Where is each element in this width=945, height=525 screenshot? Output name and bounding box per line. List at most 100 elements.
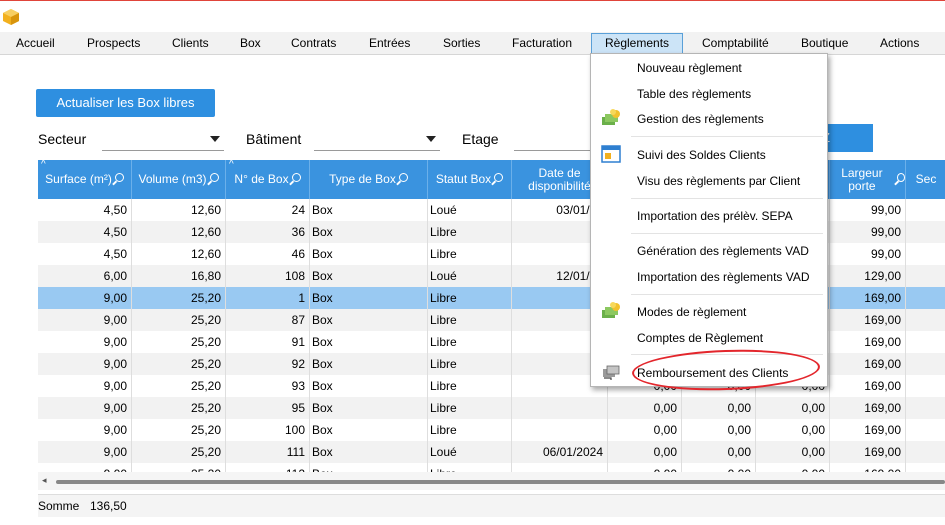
cell-surface: 6,00 xyxy=(38,265,132,287)
cell-volume: 25,20 xyxy=(132,287,226,309)
cell-surface: 9,00 xyxy=(38,419,132,441)
cell-largeur: 169,00 xyxy=(830,463,906,472)
menu-item-import-vad[interactable]: Importation des règlements VAD xyxy=(637,270,810,284)
search-icon[interactable] xyxy=(114,173,124,182)
refund-icon xyxy=(603,365,620,380)
cell-c9: 0,00 xyxy=(756,463,830,472)
menu-contrats[interactable]: Contrats xyxy=(291,36,336,50)
cell-type: Box xyxy=(310,375,428,397)
scrollbar-thumb[interactable] xyxy=(56,480,945,484)
cell-largeur: 99,00 xyxy=(830,199,906,221)
cell-c8: 0,00 xyxy=(682,441,756,463)
cell-statut: Libre xyxy=(428,419,512,441)
col-numero[interactable]: ^ N° de Box xyxy=(226,160,310,199)
col-statut[interactable]: Statut Box xyxy=(428,160,512,199)
col-largeur[interactable]: Largeur porte xyxy=(830,160,906,199)
cell-volume: 16,80 xyxy=(132,265,226,287)
cell-num: 92 xyxy=(226,353,310,375)
cell-surface: 9,00 xyxy=(38,463,132,472)
cell-volume: 25,20 xyxy=(132,331,226,353)
cell-largeur: 99,00 xyxy=(830,243,906,265)
col-surface[interactable]: ^ Surface (m²) xyxy=(38,160,132,199)
cell-date xyxy=(512,397,608,419)
search-icon[interactable] xyxy=(398,173,408,182)
window-icon xyxy=(601,145,621,163)
cell-largeur: 169,00 xyxy=(830,353,906,375)
cell-largeur: 169,00 xyxy=(830,375,906,397)
menu-reglements[interactable]: Règlements xyxy=(591,33,684,54)
secteur-select[interactable] xyxy=(102,128,224,151)
cell-num: 95 xyxy=(226,397,310,419)
cell-volume: 25,20 xyxy=(132,463,226,472)
search-icon[interactable] xyxy=(494,173,504,182)
menu-boutique[interactable]: Boutique xyxy=(801,36,848,50)
menu-clients[interactable]: Clients xyxy=(172,36,209,50)
etage-field[interactable] xyxy=(514,150,594,151)
col-sec[interactable]: Sec xyxy=(906,160,945,199)
cell-sec xyxy=(906,243,945,265)
col-type[interactable]: Type de Box xyxy=(310,160,428,199)
search-icon[interactable] xyxy=(291,173,301,182)
table-row[interactable]: 9,00 25,20 100 Box Libre 0,00 0,00 0,00 169,00 xyxy=(38,419,945,441)
menu-accueil[interactable]: Accueil xyxy=(16,36,55,50)
cell-surface: 9,00 xyxy=(38,441,132,463)
cell-c7: 0,00 xyxy=(608,463,682,472)
col-volume[interactable]: Volume (m3) xyxy=(132,160,226,199)
menu-entrees[interactable]: Entrées xyxy=(369,36,410,50)
cell-sec xyxy=(906,221,945,243)
cell-largeur: 99,00 xyxy=(830,221,906,243)
menu-item-gestion-reglements[interactable]: Gestion des règlements xyxy=(637,112,764,126)
cell-type: Box xyxy=(310,419,428,441)
cell-statut: Libre xyxy=(428,375,512,397)
table-row[interactable]: 9,00 25,20 111 Box Loué 06/01/2024 0,00 0,00 0,0… xyxy=(38,441,945,463)
cell-largeur: 169,00 xyxy=(830,419,906,441)
horizontal-scrollbar[interactable]: ◂ xyxy=(38,472,945,490)
cell-largeur: 169,00 xyxy=(830,331,906,353)
menu-sorties[interactable]: Sorties xyxy=(443,36,480,50)
menu-item-suivi-soldes[interactable]: Suivi des Soldes Clients xyxy=(637,148,766,162)
cell-type: Box xyxy=(310,441,428,463)
cell-c9: 0,00 xyxy=(756,397,830,419)
cell-statut: Libre xyxy=(428,397,512,419)
cell-largeur: 169,00 xyxy=(830,397,906,419)
cell-surface: 4,50 xyxy=(38,243,132,265)
cell-c7: 0,00 xyxy=(608,441,682,463)
chevron-down-icon xyxy=(426,136,436,142)
scroll-left-icon[interactable]: ◂ xyxy=(42,475,47,486)
cell-sec xyxy=(906,199,945,221)
cell-volume: 25,20 xyxy=(132,309,226,331)
refresh-free-boxes-button[interactable]: Actualiser les Box libres xyxy=(36,89,215,117)
menu-item-nouveau-reglement[interactable]: Nouveau règlement xyxy=(637,61,742,75)
search-icon[interactable] xyxy=(896,173,905,182)
cell-type: Box xyxy=(310,309,428,331)
sort-up-icon: ^ xyxy=(229,160,234,170)
table-row[interactable]: 9,00 25,20 95 Box Libre 0,00 0,00 0,00 169,00 xyxy=(38,397,945,419)
menu-item-visu-reglements[interactable]: Visu des règlements par Client xyxy=(637,174,800,188)
cell-type: Box xyxy=(310,287,428,309)
cell-surface: 9,00 xyxy=(38,331,132,353)
money-icon xyxy=(602,302,620,318)
menu-prospects[interactable]: Prospects xyxy=(87,36,140,50)
table-row[interactable]: 9,0025,20112BoxLibre0,000,000,00169,00 xyxy=(38,463,945,472)
sum-label: Somme xyxy=(38,499,80,513)
cell-volume: 25,20 xyxy=(132,375,226,397)
menu-item-modes-reglement[interactable]: Modes de règlement xyxy=(637,305,746,319)
menu-item-comptes-reglement[interactable]: Comptes de Règlement xyxy=(637,331,763,345)
cell-type: Box xyxy=(310,243,428,265)
menu-item-generation-vad[interactable]: Génération des règlements VAD xyxy=(637,244,809,258)
batiment-select[interactable] xyxy=(314,128,440,151)
menu-comptabilite[interactable]: Comptabilité xyxy=(702,36,769,50)
menu-item-table-reglements[interactable]: Table des règlements xyxy=(637,87,751,101)
menu-box[interactable]: Box xyxy=(240,36,261,50)
cell-volume: 25,20 xyxy=(132,353,226,375)
cell-num: 112 xyxy=(226,463,310,472)
cell-type: Box xyxy=(310,199,428,221)
cell-largeur: 129,00 xyxy=(830,265,906,287)
search-icon[interactable] xyxy=(209,173,219,182)
menu-actions[interactable]: Actions xyxy=(880,36,919,50)
secteur-label: Secteur xyxy=(38,131,87,147)
cell-largeur: 169,00 xyxy=(830,287,906,309)
menu-item-import-sepa[interactable]: Importation des prélèv. SEPA xyxy=(637,209,793,223)
menu-facturation[interactable]: Facturation xyxy=(512,36,572,50)
cell-type: Box xyxy=(310,463,428,472)
